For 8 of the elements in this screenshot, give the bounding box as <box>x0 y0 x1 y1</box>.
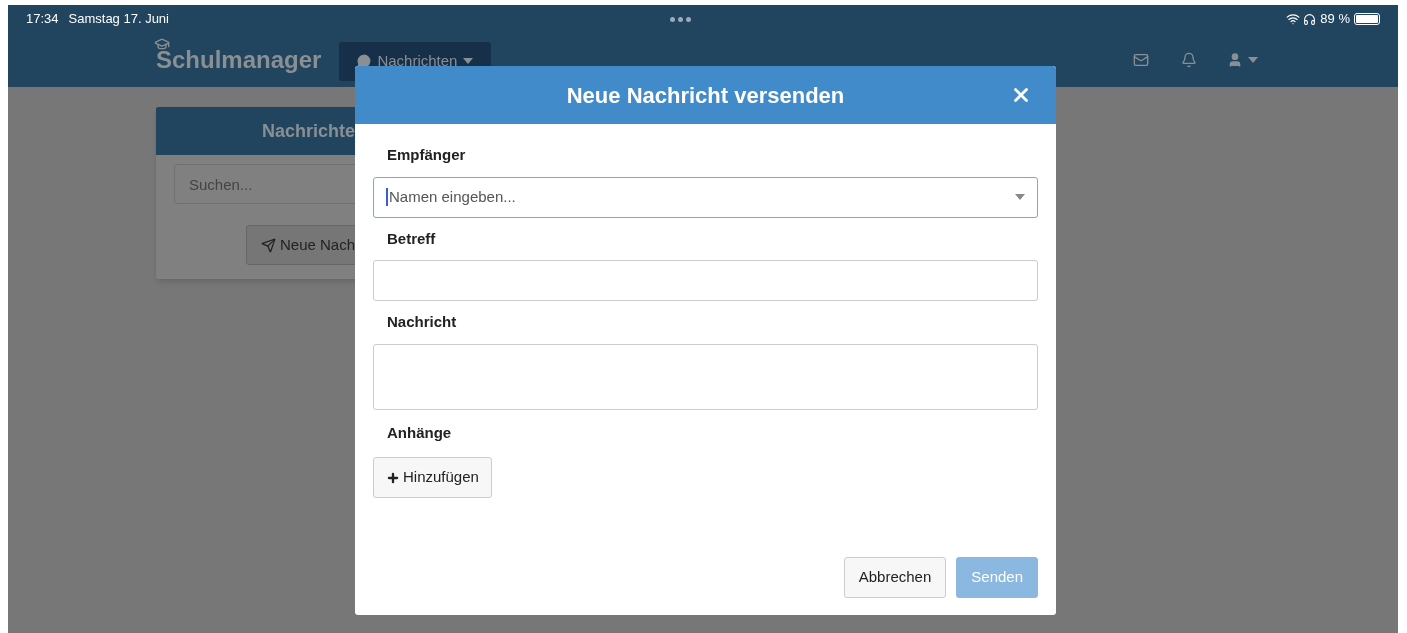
field-label: Anhänge <box>386 422 453 443</box>
dialog-title: Neue Nachricht versenden <box>566 81 845 110</box>
status-time: 17:34 <box>26 10 59 29</box>
field-label: Nachricht <box>386 312 458 332</box>
battery-percent: 89 % <box>1320 10 1350 29</box>
status-date: Samstag 17. Juni <box>68 10 169 29</box>
panel-title: Nachrichte <box>262 119 356 143</box>
field-label: Empfänger <box>386 145 467 165</box>
